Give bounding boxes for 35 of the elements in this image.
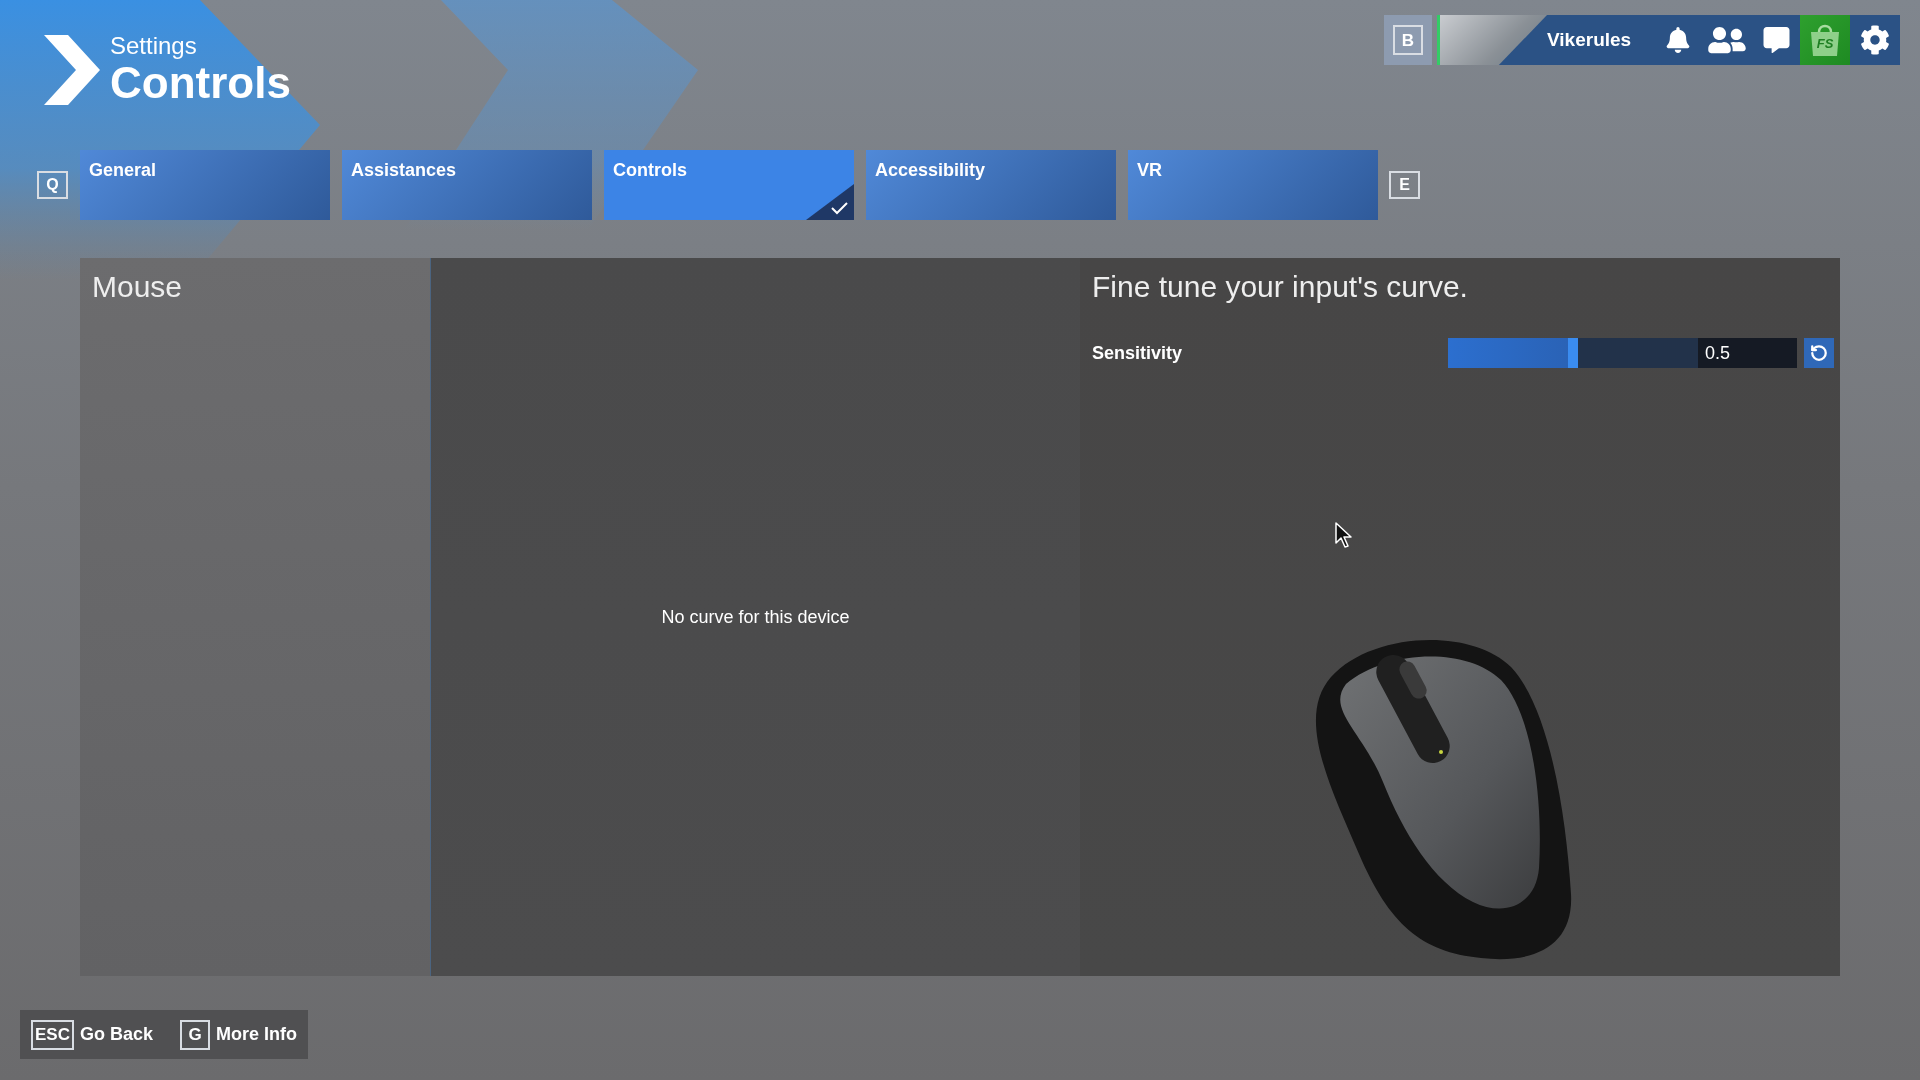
key-hint: G <box>180 1019 210 1050</box>
notifications-button[interactable] <box>1665 27 1692 53</box>
username: Vikerules <box>1547 27 1632 52</box>
key-hint[interactable]: E <box>1389 171 1420 199</box>
check-corner-icon <box>806 184 854 220</box>
friends-icon <box>1707 25 1748 55</box>
page-title: Controls <box>110 60 291 106</box>
chevron-icon <box>44 35 100 105</box>
bell-icon <box>1665 27 1692 53</box>
key-hint[interactable]: Q <box>37 171 68 199</box>
chat-icon <box>1763 27 1791 53</box>
setting-label: Sensitivity <box>1092 341 1184 365</box>
footer-action-button[interactable]: ESC Go Back <box>31 1019 153 1050</box>
tab[interactable]: Assistances <box>342 150 592 220</box>
key-hint[interactable]: B <box>1393 25 1423 55</box>
tab[interactable]: VR <box>1128 150 1378 220</box>
settings-icon <box>1860 25 1891 55</box>
tab[interactable]: Accessibility <box>866 150 1116 220</box>
footer-action-button[interactable]: G More Info <box>180 1019 297 1050</box>
slider-thumb[interactable] <box>1568 338 1578 368</box>
tab[interactable]: General <box>80 150 330 220</box>
friends-button[interactable] <box>1707 25 1748 55</box>
device-title: Mouse <box>92 269 184 305</box>
tuning-title: Fine tune your input's curve. <box>1092 269 1469 305</box>
store-button[interactable]: FS <box>1800 15 1851 65</box>
reset-button[interactable] <box>1804 338 1834 368</box>
key-hint: ESC <box>31 1019 74 1050</box>
settings-button[interactable] <box>1860 25 1891 55</box>
reset-icon <box>1810 344 1828 362</box>
section-label: Settings <box>110 32 198 60</box>
cursor-icon <box>1335 522 1355 548</box>
messages-button[interactable] <box>1763 27 1791 53</box>
value-field[interactable]: 0.5 <box>1698 338 1797 368</box>
no-curve-message: No curve for this device <box>661 605 850 629</box>
tab[interactable]: Controls <box>604 150 854 220</box>
